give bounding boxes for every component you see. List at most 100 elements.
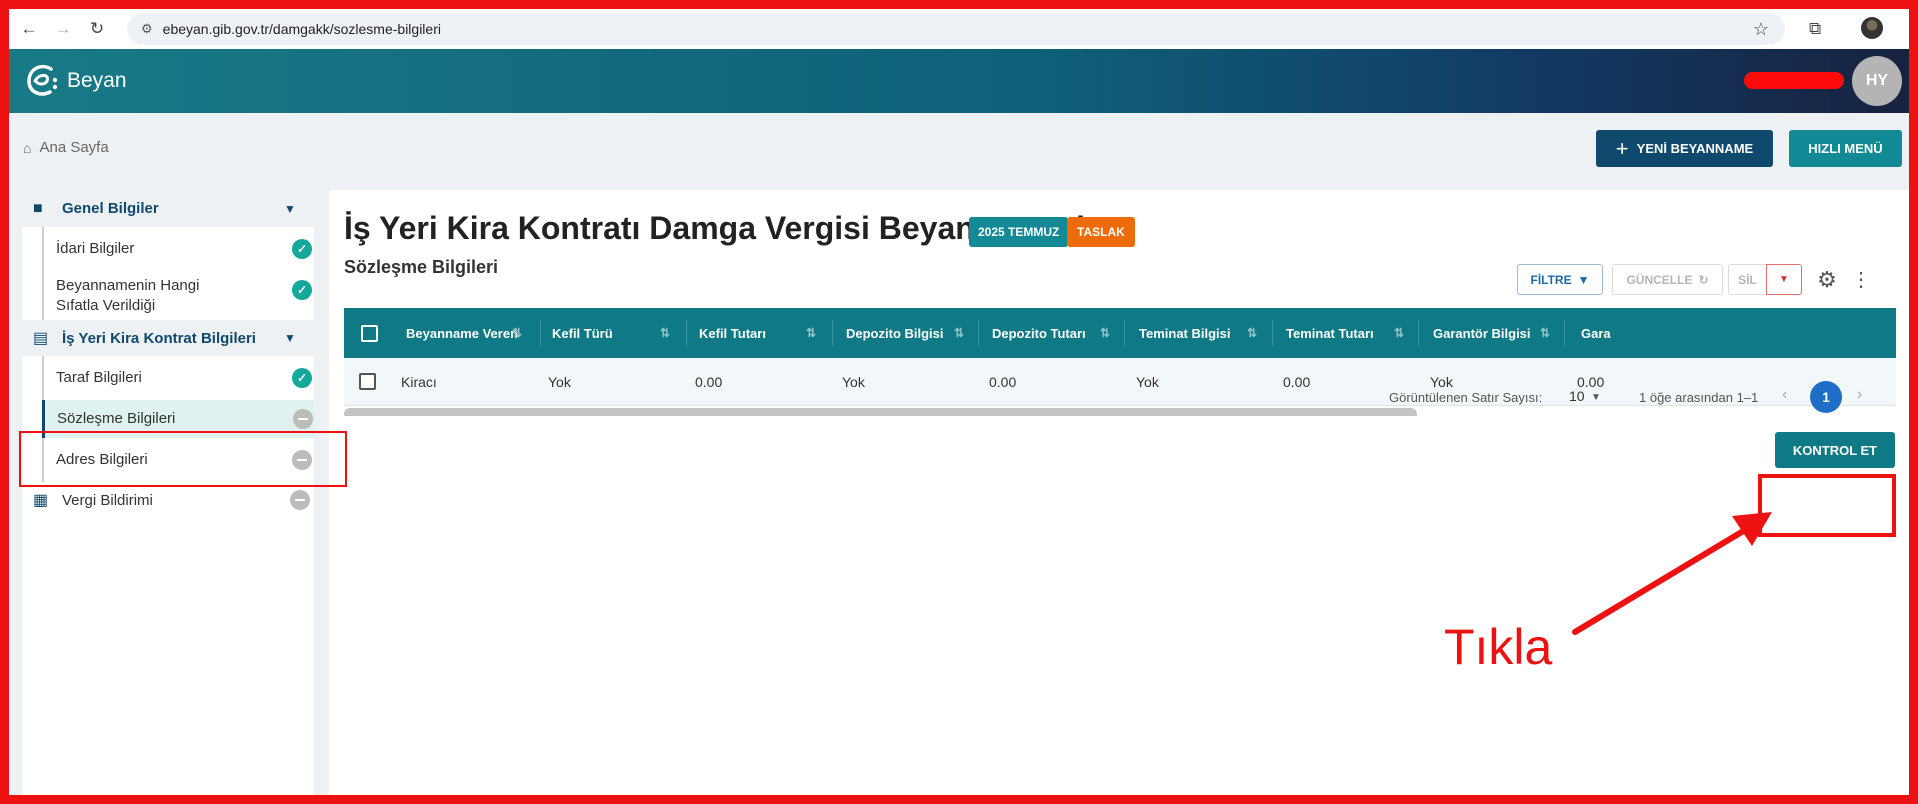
column-header-label: Beyanname Veren bbox=[406, 325, 519, 341]
chevron-down-icon: ▼ bbox=[284, 201, 296, 216]
sidebar-item-taraf-bilgileri[interactable]: Taraf Bilgileri ✓ bbox=[42, 356, 314, 400]
sidebar-group-kira-kontrat-bilgileri[interactable]: ▤ İş Yeri Kira Kontrat Bilgileri ▼ bbox=[22, 320, 314, 356]
column-header-kefil-tutari[interactable]: Kefil Tutarı bbox=[699, 308, 766, 358]
table-cell: 0.00 bbox=[695, 374, 723, 390]
rows-per-page-select[interactable]: 10 bbox=[1569, 388, 1585, 404]
column-divider bbox=[1418, 320, 1419, 346]
update-button[interactable]: GÜNCELLE ↻ bbox=[1612, 264, 1723, 295]
beyan-logo-icon[interactable] bbox=[23, 61, 63, 101]
horizontal-scrollbar[interactable] bbox=[344, 408, 1417, 416]
sidebar: ■ Genel Bilgiler ▼ İdari Bilgiler ✓ Beya… bbox=[22, 190, 314, 804]
caret-down-icon[interactable]: ▼ bbox=[1591, 392, 1601, 403]
column-header-kefil-turu[interactable]: Kefil Türü bbox=[552, 308, 613, 358]
column-header-garantor-bilgisi[interactable]: Garantör Bilgisi bbox=[1433, 308, 1531, 358]
sidebar-item-label: Beyannamenin Hangi Sıfatla Verildiği bbox=[56, 277, 200, 314]
bookmark-star-icon[interactable]: ☆ bbox=[1753, 19, 1769, 40]
filter-icon: ▼ bbox=[1577, 272, 1590, 287]
column-divider bbox=[978, 320, 979, 346]
page-button-current[interactable]: 1 bbox=[1810, 381, 1842, 413]
quick-menu-button[interactable]: HIZLI MENÜ bbox=[1789, 130, 1902, 167]
sidebar-item-label: Sözleşme Bilgileri bbox=[57, 410, 176, 427]
column-header-label: Depozito Bilgisi bbox=[846, 325, 944, 341]
pagination-range: 1 öğe arasından 1–1 bbox=[1639, 390, 1759, 405]
sort-icon[interactable]: ⇅ bbox=[1247, 308, 1259, 358]
filter-button[interactable]: FİLTRE ▼ bbox=[1517, 264, 1603, 295]
sidebar-group-genel-bilgiler[interactable]: ■ Genel Bilgiler ▼ bbox=[22, 190, 314, 227]
url-text: ebeyan.gib.gov.tr/damgakk/sozlesme-bilgi… bbox=[162, 21, 441, 37]
sort-icon[interactable]: ⇅ bbox=[954, 308, 966, 358]
column-header-garantor-tutari[interactable]: Gara bbox=[1581, 308, 1611, 358]
sidebar-item-label: İdari Bilgiler bbox=[56, 240, 135, 257]
folder-icon: ■ bbox=[33, 199, 43, 217]
filter-label: FİLTRE bbox=[1530, 272, 1572, 287]
column-divider bbox=[540, 320, 541, 346]
column-header-label: Kefil Tutarı bbox=[699, 325, 766, 341]
address-bar[interactable]: ⚙ ebeyan.gib.gov.tr/damgakk/sozlesme-bil… bbox=[127, 13, 1785, 45]
sort-icon[interactable]: ⇅ bbox=[806, 308, 818, 358]
table-cell: Yok bbox=[1136, 374, 1159, 390]
user-avatar[interactable]: HY bbox=[1852, 56, 1902, 106]
document-icon: ▤ bbox=[33, 330, 49, 347]
column-header-label: Teminat Tutarı bbox=[1286, 325, 1374, 341]
check-button[interactable]: KONTROL ET bbox=[1775, 432, 1895, 468]
sort-icon[interactable]: ⇅ bbox=[1540, 308, 1552, 358]
column-divider bbox=[686, 320, 687, 346]
section-title: Sözleşme Bilgileri bbox=[344, 257, 499, 277]
highlight-box-sidebar bbox=[19, 431, 347, 487]
column-header-teminat-bilgisi[interactable]: Teminat Bilgisi bbox=[1139, 308, 1231, 358]
chevron-left-icon[interactable]: ‹ bbox=[1782, 386, 1787, 404]
back-icon[interactable]: ← bbox=[15, 15, 43, 43]
browser-menu-icon[interactable]: ⋮ bbox=[1901, 17, 1918, 38]
column-header-label: Gara bbox=[1581, 325, 1611, 341]
column-header-beyanname-veren[interactable]: Beyanname Veren bbox=[406, 308, 518, 358]
minus-circle-icon bbox=[293, 409, 313, 429]
breadcrumb-home[interactable]: Ana Sayfa bbox=[39, 139, 108, 156]
row-checkbox[interactable] bbox=[359, 373, 376, 390]
delete-dropdown-button[interactable]: ▼ bbox=[1766, 264, 1802, 295]
select-all-checkbox[interactable] bbox=[361, 325, 378, 342]
reload-icon[interactable]: ↻ bbox=[83, 15, 111, 43]
column-header-label: Depozito Tutarı bbox=[992, 325, 1086, 341]
browser-profile-icon[interactable] bbox=[1861, 17, 1883, 39]
sidebar-item-vergi-bildirimi[interactable]: ▦ Vergi Bildirimi bbox=[22, 482, 314, 518]
sidebar-item-label: Vergi Bildirimi bbox=[62, 491, 153, 509]
sidebar-group-label: İş Yeri Kira Kontrat Bilgileri bbox=[62, 329, 256, 347]
table-header: Beyanname Veren ⇅ Kefil Türü ⇅ Kefil Tut… bbox=[344, 308, 1896, 358]
sidebar-item-idari-bilgiler[interactable]: İdari Bilgiler ✓ bbox=[42, 227, 314, 271]
status-badge: TASLAK bbox=[1067, 217, 1135, 247]
rows-per-page-label: Görüntülenen Satır Sayısı: bbox=[1389, 390, 1543, 405]
sidebar-group-label: Genel Bilgiler bbox=[62, 200, 159, 217]
column-header-label: Teminat Bilgisi bbox=[1139, 325, 1231, 341]
check-icon: ✓ bbox=[292, 280, 312, 300]
sort-icon[interactable]: ⇅ bbox=[1100, 308, 1112, 358]
table-cell: 0.00 bbox=[989, 374, 1017, 390]
gear-icon[interactable]: ⚙ bbox=[1813, 264, 1841, 295]
column-divider bbox=[1564, 320, 1565, 346]
update-label: GÜNCELLE bbox=[1626, 272, 1693, 287]
refresh-icon: ↻ bbox=[1698, 272, 1709, 287]
chevron-right-icon[interactable]: › bbox=[1857, 386, 1862, 404]
forward-icon[interactable]: → bbox=[49, 15, 77, 43]
table-cell: Yok bbox=[842, 374, 865, 390]
extensions-icon[interactable]: ⧉ bbox=[1809, 19, 1821, 39]
column-header-depozito-tutari[interactable]: Depozito Tutarı bbox=[992, 308, 1086, 358]
home-icon[interactable]: ⌂ bbox=[23, 140, 31, 156]
column-header-label: Garantör Bilgisi bbox=[1433, 325, 1531, 341]
period-badge: 2025 TEMMUZ bbox=[969, 217, 1069, 247]
plus-icon: + bbox=[1615, 135, 1629, 161]
sort-icon[interactable]: ⇅ bbox=[512, 308, 524, 358]
column-header-teminat-tutari[interactable]: Teminat Tutarı bbox=[1286, 308, 1374, 358]
delete-button[interactable]: SİL bbox=[1728, 264, 1766, 295]
check-icon: ✓ bbox=[292, 368, 312, 388]
chevron-down-icon: ▼ bbox=[284, 331, 296, 345]
more-options-icon[interactable]: ⋮ bbox=[1851, 264, 1871, 295]
table-cell: 0.00 bbox=[1283, 374, 1311, 390]
new-declaration-button[interactable]: + YENİ BEYANNAME bbox=[1596, 130, 1773, 167]
table-cell: Kiracı bbox=[401, 374, 437, 390]
column-header-label: Kefil Türü bbox=[552, 325, 613, 341]
site-settings-icon[interactable]: ⚙ bbox=[141, 21, 153, 37]
sort-icon[interactable]: ⇅ bbox=[660, 308, 672, 358]
column-header-depozito-bilgisi[interactable]: Depozito Bilgisi bbox=[846, 308, 944, 358]
column-divider bbox=[1272, 320, 1273, 346]
sort-icon[interactable]: ⇅ bbox=[1394, 308, 1406, 358]
